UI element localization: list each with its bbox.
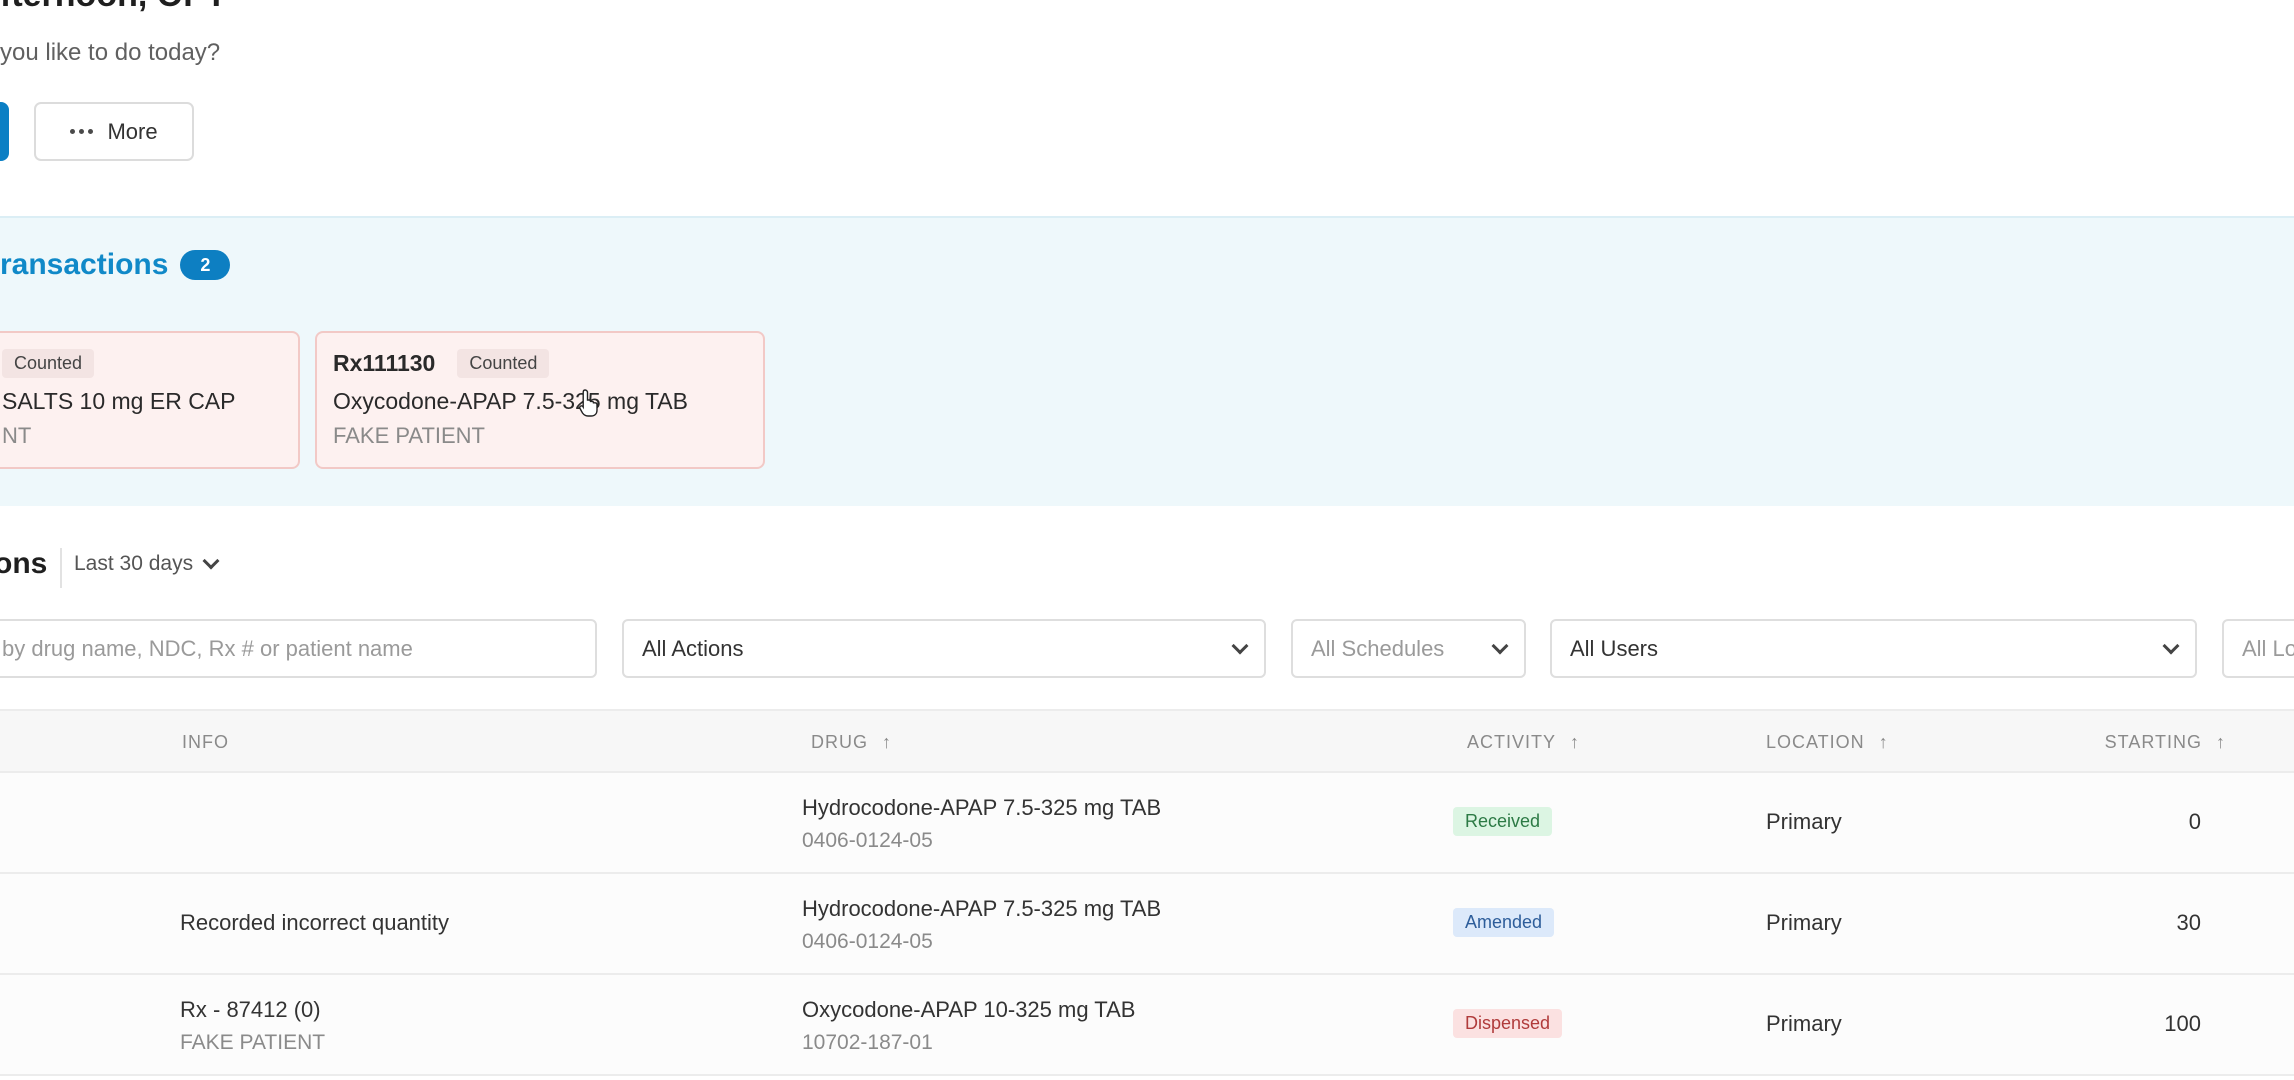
sort-arrow-icon[interactable]: ↑ (1879, 732, 1889, 753)
drug-ndc: 0406-0124-05 (802, 930, 933, 953)
drug-name: Hydrocodone-APAP 7.5-325 mg TAB (802, 896, 1162, 921)
card-patient-name: NT (2, 423, 32, 448)
users-filter-value: All Users (1570, 635, 1659, 661)
users-filter-select[interactable]: All Users (1550, 619, 2197, 678)
column-header-starting[interactable]: STARTING ↑ (2105, 732, 2226, 753)
locations-filter-value: All Lo (2242, 635, 2294, 661)
table-row[interactable]: Recorded incorrect quantity Hydrocodone-… (0, 874, 2294, 975)
drug-cell: Oxycodone-APAP 10-325 mg TAB 10702-187-0… (802, 997, 1135, 1055)
schedules-filter-select[interactable]: All Schedules (1291, 619, 1526, 678)
status-badge: Counted (2, 349, 95, 378)
pending-transaction-card[interactable]: Rx111130 Counted Oxycodone-APAP 7.5-325 … (315, 331, 765, 469)
pending-count-badge: 2 (180, 250, 231, 280)
actions-filter-value: All Actions (642, 635, 744, 661)
pending-transactions-heading: ransactions 2 (0, 248, 231, 282)
chevron-down-icon (2162, 637, 2180, 654)
starting-cell: 0 (2188, 809, 2201, 834)
transactions-table: INFO DRUG ↑ ACTIVITY ↑ LOCATION ↑ STARTI… (0, 709, 2294, 1076)
pending-transaction-card[interactable]: Counted SALTS 10 mg ER CAP NT (0, 331, 300, 469)
more-button[interactable]: More (34, 102, 194, 161)
drug-name: Oxycodone-APAP 10-325 mg TAB (802, 997, 1136, 1022)
card-drug-name: SALTS 10 mg ER CAP (2, 388, 236, 414)
more-dots-icon (70, 129, 94, 134)
column-header-label: LOCATION (1766, 732, 1865, 752)
primary-action-button[interactable] (0, 102, 9, 161)
recent-transactions-title: ons (0, 547, 48, 580)
table-row[interactable]: Hydrocodone-APAP 7.5-325 mg TAB 0406-012… (0, 773, 2294, 874)
location-cell: Primary (1766, 1011, 1842, 1036)
card-patient-name: FAKE PATIENT (333, 423, 485, 448)
column-header-label: ACTIVITY (1467, 732, 1557, 752)
location-cell: Primary (1766, 809, 1842, 834)
search-input[interactable]: by drug name, NDC, Rx # or patient name (0, 619, 597, 678)
sort-arrow-icon[interactable]: ↑ (2216, 732, 2226, 753)
column-header-label: STARTING (2104, 732, 2202, 752)
activity-cell: Received (1453, 807, 1553, 836)
table-header: INFO DRUG ↑ ACTIVITY ↑ LOCATION ↑ STARTI… (0, 709, 2294, 773)
info-cell: Rx - 87412 (0) FAKE PATIENT (180, 997, 325, 1055)
search-input-placeholder: by drug name, NDC, Rx # or patient name (2, 635, 413, 661)
info-text: Rx - 87412 (0) (180, 997, 321, 1022)
starting-cell: 30 (2176, 910, 2201, 935)
drug-name: Hydrocodone-APAP 7.5-325 mg TAB (802, 795, 1162, 820)
actions-filter-select[interactable]: All Actions (622, 619, 1266, 678)
date-range-label: Last 30 days (74, 552, 194, 575)
card-rx-number: Rx111130 (333, 350, 436, 376)
drug-ndc: 0406-0124-05 (802, 829, 933, 852)
chevron-down-icon (202, 552, 220, 570)
column-header-location[interactable]: LOCATION ↑ (1766, 732, 1889, 753)
chevron-down-icon (1231, 637, 1249, 654)
activity-badge: Dispensed (1453, 1009, 1563, 1038)
column-header-activity[interactable]: ACTIVITY ↑ (1467, 732, 1580, 753)
info-text: Recorded incorrect quantity (180, 910, 450, 935)
activity-badge: Received (1453, 807, 1553, 836)
schedules-filter-value: All Schedules (1311, 635, 1445, 661)
drug-cell: Hydrocodone-APAP 7.5-325 mg TAB 0406-012… (802, 795, 1161, 853)
sort-arrow-icon[interactable]: ↑ (1570, 732, 1580, 753)
activity-badge: Amended (1453, 908, 1555, 937)
activity-cell: Amended (1453, 908, 1555, 937)
column-header-label: INFO (182, 732, 229, 752)
status-badge: Counted (457, 349, 550, 378)
pending-transactions-panel: ransactions 2 Counted SALTS 10 mg ER CAP… (0, 216, 2294, 506)
pending-transactions-title: ransactions (0, 248, 169, 281)
starting-cell: 100 (2164, 1011, 2201, 1036)
greeting-subtitle: you like to do today? (0, 39, 221, 66)
info-cell: Recorded incorrect quantity (180, 910, 449, 936)
hand-pointer-icon (579, 389, 598, 417)
column-header-label: DRUG (811, 732, 868, 752)
drug-cell: Hydrocodone-APAP 7.5-325 mg TAB 0406-012… (802, 896, 1161, 954)
info-patient: FAKE PATIENT (180, 1031, 326, 1054)
activity-cell: Dispensed (1453, 1009, 1563, 1038)
more-button-label: More (107, 118, 158, 144)
column-header-drug[interactable]: DRUG ↑ (811, 732, 892, 753)
greeting-title: fternoon, OPT (0, 0, 227, 15)
sort-arrow-icon[interactable]: ↑ (882, 732, 892, 753)
location-cell: Primary (1766, 910, 1842, 935)
title-divider (60, 548, 62, 588)
column-header-info: INFO (182, 732, 229, 753)
table-row[interactable]: Rx - 87412 (0) FAKE PATIENT Oxycodone-AP… (0, 975, 2294, 1076)
locations-filter-select[interactable]: All Lo (2222, 619, 2294, 678)
date-range-select[interactable]: Last 30 days (74, 552, 220, 576)
chevron-down-icon (1491, 637, 1509, 654)
card-drug-name: Oxycodone-APAP 7.5-325 mg TAB (333, 388, 688, 414)
drug-ndc: 10702-187-01 (802, 1031, 933, 1054)
